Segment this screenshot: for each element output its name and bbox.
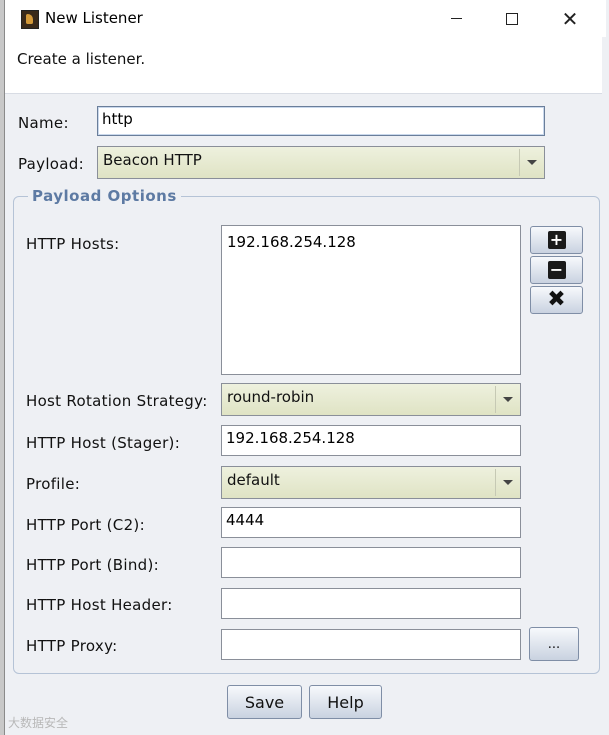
maximize-button[interactable] <box>489 0 535 37</box>
add-host-button[interactable]: + <box>530 226 583 254</box>
http-hosts-label: HTTP Hosts: <box>26 235 120 253</box>
x-icon: ✖ <box>547 287 566 312</box>
close-button[interactable]: ✕ <box>547 0 593 37</box>
description-panel: Create a listener. <box>5 37 602 94</box>
name-label: Name: <box>18 114 69 132</box>
payload-selected-value: Beacon HTTP <box>103 151 202 169</box>
http-host-header-label: HTTP Host Header: <box>26 596 173 614</box>
list-item[interactable]: 192.168.254.128 <box>227 233 515 251</box>
profile-value: default <box>227 471 280 489</box>
proxy-settings-button[interactable]: ... <box>529 627 579 661</box>
http-port-bind-field[interactable] <box>221 547 521 578</box>
host-rotation-value: round-robin <box>227 388 315 406</box>
profile-label: Profile: <box>26 475 81 493</box>
chevron-down-icon <box>495 469 520 496</box>
minimize-icon <box>450 18 462 19</box>
host-rotation-label: Host Rotation Strategy: <box>26 392 208 410</box>
name-field[interactable]: http <box>97 106 545 136</box>
title-bar[interactable]: New Listener ✕ <box>5 0 606 37</box>
chevron-down-icon <box>495 386 520 413</box>
http-host-stager-label: HTTP Host (Stager): <box>26 434 181 452</box>
new-listener-dialog: New Listener ✕ Create a listener. Name: … <box>4 0 609 735</box>
http-host-header-field[interactable] <box>221 588 521 619</box>
window-title: New Listener <box>45 9 143 27</box>
plus-icon: + <box>547 231 566 249</box>
chevron-down-icon <box>519 149 544 176</box>
http-proxy-label: HTTP Proxy: <box>26 637 118 655</box>
http-port-c2-field[interactable]: 4444 <box>221 507 521 538</box>
maximize-icon <box>506 12 518 25</box>
minimize-button[interactable] <box>433 0 479 37</box>
http-port-bind-label: HTTP Port (Bind): <box>26 556 160 574</box>
clear-hosts-button[interactable]: ✖ <box>530 286 583 314</box>
app-icon <box>21 10 39 29</box>
payload-label: Payload: <box>18 155 84 173</box>
watermark: 大数据安全 <box>8 716 69 730</box>
close-icon: ✕ <box>561 6 579 31</box>
help-button[interactable]: Help <box>309 685 382 719</box>
minus-icon: − <box>547 261 566 279</box>
http-host-stager-field[interactable]: 192.168.254.128 <box>221 425 521 456</box>
remove-host-button[interactable]: − <box>530 256 583 284</box>
payload-select[interactable]: Beacon HTTP <box>97 146 545 179</box>
http-proxy-field[interactable] <box>221 629 521 660</box>
payload-options-title: Payload Options <box>28 187 181 205</box>
save-button[interactable]: Save <box>227 685 302 719</box>
profile-select[interactable]: default <box>221 466 521 499</box>
description-text: Create a listener. <box>17 50 146 68</box>
host-rotation-select[interactable]: round-robin <box>221 383 521 416</box>
http-hosts-list[interactable]: 192.168.254.128 <box>221 225 521 375</box>
http-port-c2-label: HTTP Port (C2): <box>26 516 145 534</box>
